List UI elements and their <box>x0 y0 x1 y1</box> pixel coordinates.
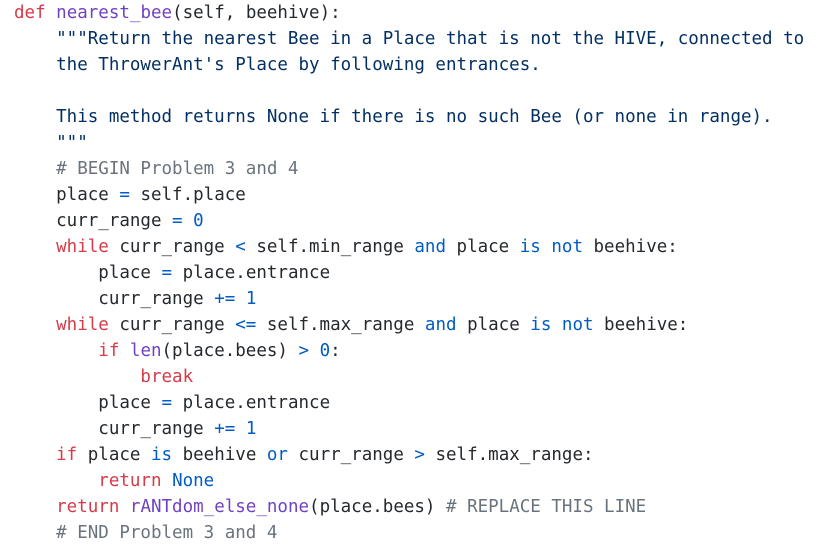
code-token: # END Problem 3 and 4 <box>14 523 278 543</box>
code-line: place = self.place <box>0 182 817 208</box>
code-token: curr_range <box>14 211 173 231</box>
code-token: < <box>235 237 246 257</box>
code-token: = <box>161 393 173 413</box>
code-token: rANTdom_else_none <box>129 497 310 517</box>
code-token: curr_range <box>108 237 236 257</box>
code-token: curr_range <box>14 289 215 309</box>
code-token: place.entrance <box>172 393 331 413</box>
code-token: # REPLACE THIS LINE <box>446 497 647 517</box>
code-token: 1 <box>245 419 257 439</box>
code-token: (place.bees) <box>161 341 299 361</box>
code-line: if place is beehive or curr_range > self… <box>0 442 817 468</box>
code-line: if len(place.bees) > 0: <box>0 338 817 364</box>
code-line: place = place.entrance <box>0 260 817 286</box>
code-line: This method returns None if there is no … <box>0 104 817 130</box>
code-token: place <box>456 315 531 335</box>
code-line: place = place.entrance <box>0 390 817 416</box>
code-token: : <box>330 341 341 361</box>
code-token: the ThrowerAnt's Place by following entr… <box>14 55 541 75</box>
code-token: curr_range <box>287 445 415 465</box>
code-token: curr_range <box>108 315 236 335</box>
code-token: place <box>14 393 162 413</box>
code-token: beehive <box>172 445 267 465</box>
code-token: def <box>14 3 46 23</box>
code-token: and <box>424 315 457 335</box>
code-token: = <box>161 263 173 283</box>
code-line: # BEGIN Problem 3 and 4 <box>0 156 817 182</box>
code-token: <= <box>235 315 257 335</box>
code-token: place <box>446 237 520 257</box>
code-line: while curr_range < self.min_range and pl… <box>0 234 817 260</box>
code-token: (self, beehive): <box>172 3 341 23</box>
code-token: = <box>172 211 183 231</box>
code-token: is not <box>530 315 594 335</box>
code-token: self.min_range <box>245 237 415 257</box>
code-line: curr_range += 1 <box>0 416 817 442</box>
code-token: += <box>214 289 236 309</box>
code-token: place <box>14 185 120 205</box>
code-token: 0 <box>193 211 204 231</box>
code-token: self.place <box>129 185 246 205</box>
code-token: return <box>14 497 120 517</box>
code-line: # END Problem 3 and 4 <box>0 520 817 546</box>
code-line: curr_range += 1 <box>0 286 817 312</box>
code-token: beehive: <box>582 237 678 257</box>
code-line: while curr_range <= self.max_range and p… <box>0 312 817 338</box>
code-token: if <box>14 445 78 465</box>
code-line: curr_range = 0 <box>0 208 817 234</box>
code-token: """ <box>14 133 88 153</box>
code-editor[interactable]: def nearest_bee(self, beehive): """Retur… <box>0 0 817 553</box>
code-token: 1 <box>245 289 257 309</box>
code-token: curr_range <box>14 419 215 439</box>
code-token: or <box>266 445 288 465</box>
code-token: break <box>14 367 194 387</box>
code-line: return None <box>0 468 817 494</box>
code-token: place.entrance <box>172 263 331 283</box>
code-token: This method returns None if there is no … <box>14 107 773 127</box>
code-token: return <box>14 471 162 491</box>
code-token: # BEGIN Problem 3 and 4 <box>14 159 299 179</box>
code-token: while <box>14 237 109 257</box>
code-line: return rANTdom_else_none(place.bees) # R… <box>0 494 817 520</box>
code-token: 0 <box>319 341 331 361</box>
code-token: and <box>414 237 446 257</box>
code-token: = <box>119 185 130 205</box>
code-token: None <box>172 471 215 491</box>
code-token: self.max_range <box>256 315 425 335</box>
code-token: place <box>77 445 151 465</box>
code-token: """Return the nearest Bee in a Place tha… <box>14 29 805 49</box>
code-token: nearest_bee <box>56 3 173 23</box>
code-token: if <box>14 341 120 361</box>
code-line: """ <box>0 130 817 156</box>
code-line: """Return the nearest Bee in a Place tha… <box>0 26 817 52</box>
code-token: place <box>14 263 162 283</box>
code-line: break <box>0 364 817 390</box>
code-token: > <box>414 445 425 465</box>
code-line: the ThrowerAnt's Place by following entr… <box>0 52 817 78</box>
code-token: is not <box>519 237 583 257</box>
code-line: def nearest_bee(self, beehive): <box>0 0 817 26</box>
code-token: is <box>150 445 173 465</box>
code-token: len <box>129 341 162 361</box>
code-token: += <box>214 419 236 439</box>
code-token: (place.bees) <box>309 497 446 517</box>
code-token: beehive: <box>593 315 689 335</box>
code-token: while <box>14 315 109 335</box>
code-token: self.max_range: <box>424 445 594 465</box>
code-token: > <box>298 341 310 361</box>
